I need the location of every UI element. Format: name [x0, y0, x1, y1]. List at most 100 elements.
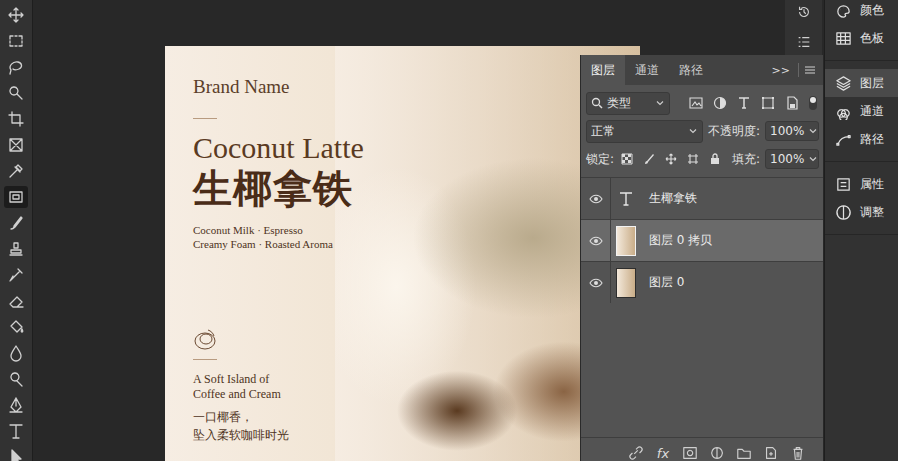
link-icon	[628, 445, 644, 461]
tool-button[interactable]	[4, 238, 28, 260]
ingredients: Coconut Milk · EspressoCreamy Foam · Roa…	[193, 223, 333, 251]
color-icon	[835, 2, 852, 19]
eye-icon[interactable]	[589, 194, 603, 204]
shape-filter-icon[interactable]	[761, 96, 775, 110]
ingredient-line: Creamy Foam · Roasted Aroma	[193, 237, 333, 251]
fx-label: fx	[657, 446, 669, 461]
layer-row[interactable]: 生椰拿铁	[581, 177, 823, 219]
footer-button[interactable]	[681, 444, 699, 461]
filter-row: 类型	[581, 89, 823, 117]
blend-mode-dropdown[interactable]: 正常	[586, 120, 703, 143]
layer-row[interactable]: 图层 0 拷贝	[581, 219, 823, 261]
history-icon[interactable]	[796, 4, 812, 20]
footer-button[interactable]	[627, 444, 645, 461]
lock-all-icon[interactable]	[709, 153, 721, 165]
eyedropper-tool-icon	[7, 162, 25, 180]
search-icon	[591, 97, 603, 109]
opacity-field[interactable]: 100%	[765, 121, 819, 141]
tool-button[interactable]	[4, 342, 28, 364]
coconut-icon	[193, 327, 219, 351]
footer-button[interactable]	[735, 444, 753, 461]
tool-button[interactable]	[4, 212, 28, 234]
path-select-tool-icon	[7, 448, 25, 461]
pen-tool-icon	[7, 396, 25, 414]
tagline-line: Coffee and Cream	[193, 387, 281, 402]
channels-icon	[835, 103, 852, 120]
panel-tab[interactable]: 图层	[581, 55, 625, 85]
tool-button[interactable]	[4, 134, 28, 156]
dock-group: 属性调整	[825, 170, 898, 235]
tool-button[interactable]	[4, 56, 28, 78]
blend-row: 正常不透明度: 100%	[581, 117, 823, 145]
tool-button[interactable]	[4, 4, 28, 26]
footer-button[interactable]: fx	[654, 444, 672, 461]
tool-button[interactable]	[4, 368, 28, 390]
tool-button[interactable]	[4, 82, 28, 104]
fill-field[interactable]: 100%	[765, 149, 819, 169]
lock-position-icon[interactable]	[665, 153, 677, 165]
dock-item[interactable]: 属性	[825, 170, 898, 198]
dock-item[interactable]: 颜色	[825, 0, 898, 24]
lasso-tool-icon	[7, 58, 25, 76]
tool-button[interactable]	[4, 316, 28, 338]
expand-button[interactable]: >>	[768, 55, 794, 85]
layer-name: 图层 0 拷贝	[649, 232, 712, 249]
tool-button[interactable]	[4, 290, 28, 312]
layer-thumbnail	[616, 268, 636, 298]
pixel-filter-icon[interactable]	[689, 96, 703, 110]
type-tool-icon	[7, 422, 25, 440]
dock-label: 调整	[860, 204, 884, 221]
type-layer-icon	[618, 191, 634, 207]
tool-button[interactable]	[4, 30, 28, 52]
dock-label: 色板	[860, 30, 884, 47]
tool-button[interactable]	[4, 446, 28, 461]
tool-button[interactable]	[4, 108, 28, 130]
tool-button[interactable]	[4, 420, 28, 442]
panel-tab[interactable]: 通道	[625, 55, 669, 85]
eye-icon[interactable]	[589, 236, 603, 246]
tool-button[interactable]	[4, 160, 28, 182]
dock-item[interactable]: 通道	[825, 97, 898, 125]
eye-icon[interactable]	[589, 278, 603, 288]
patch-tool-icon	[7, 188, 25, 206]
type-filter-icon[interactable]	[737, 96, 751, 110]
dock-item[interactable]: 图层	[825, 69, 898, 97]
tagline: A Soft Island ofCoffee and Cream	[193, 372, 281, 402]
lock-artboard-icon[interactable]	[687, 153, 699, 165]
dock-item[interactable]: 调整	[825, 198, 898, 226]
tagline-cn-line: 一口椰香，	[193, 408, 289, 426]
dock-label: 属性	[860, 176, 884, 193]
tool-button[interactable]	[4, 394, 28, 416]
dock-item[interactable]: 路径	[825, 125, 898, 153]
panel-menu-icon[interactable]	[798, 63, 817, 77]
layer-list: 生椰拿铁图层 0 拷贝图层 0	[581, 177, 823, 303]
footer-button[interactable]	[708, 444, 726, 461]
frame-tool-icon	[7, 136, 25, 154]
footer-button[interactable]	[762, 444, 780, 461]
panel-tab[interactable]: 路径	[669, 55, 713, 85]
list-icon[interactable]	[796, 34, 812, 50]
lock-pixels-icon[interactable]	[643, 153, 655, 165]
poster-title-cn: 生椰拿铁	[193, 165, 353, 213]
footer-button[interactable]	[789, 444, 807, 461]
tool-button[interactable]	[4, 186, 28, 208]
filter-toggle[interactable]	[809, 96, 817, 110]
mask-icon	[682, 445, 698, 461]
lock-transparency-icon[interactable]	[621, 153, 633, 165]
poster-document[interactable]: Brand NameCoconut Latte生椰拿铁Coconut Milk …	[165, 46, 640, 461]
layer-name: 图层 0	[649, 274, 684, 291]
quick-select-tool-icon	[7, 84, 25, 102]
adjustment-filter-icon[interactable]	[713, 96, 727, 110]
layers-icon	[835, 75, 852, 92]
layer-row[interactable]: 图层 0	[581, 261, 823, 303]
filter-kind-dropdown[interactable]: 类型	[586, 92, 670, 115]
swatches-icon	[835, 30, 852, 47]
opacity-label: 不透明度:	[708, 123, 760, 140]
ingredient-line: Coconut Milk · Espresso	[193, 223, 333, 237]
folder-icon	[736, 445, 752, 461]
properties-icon	[835, 176, 852, 193]
tool-button[interactable]	[4, 264, 28, 286]
filter-kind: 类型	[607, 95, 631, 112]
smart-object-filter-icon[interactable]	[785, 96, 799, 110]
dock-item[interactable]: 色板	[825, 24, 898, 52]
